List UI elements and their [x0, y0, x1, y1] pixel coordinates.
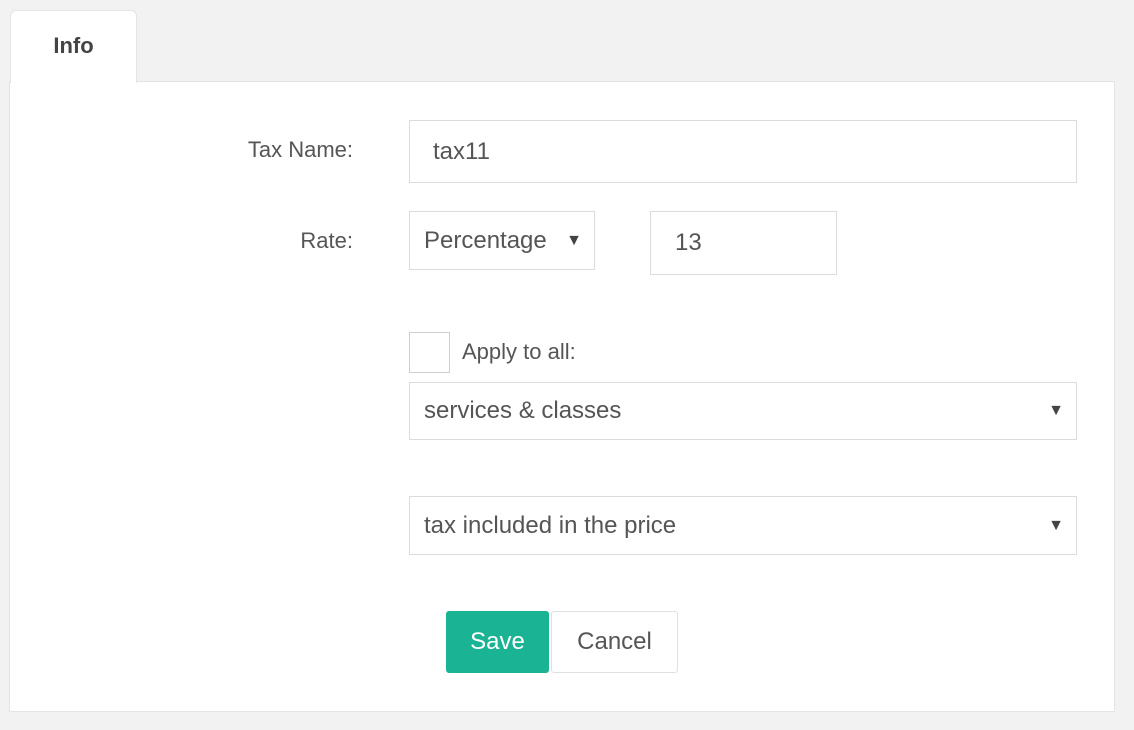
apply-all-label: Apply to all:: [462, 339, 576, 364]
apply-all-checkbox[interactable]: [409, 332, 450, 373]
tab-info-label: Info: [53, 33, 94, 58]
rate-type-select[interactable]: Percentage ▼: [409, 211, 595, 270]
tab-info[interactable]: Info: [10, 10, 137, 83]
apply-scope-select[interactable]: services & classes ▼: [409, 382, 1077, 440]
tax-name-label: Tax Name:: [247, 137, 353, 162]
tax-name-value: tax11: [433, 137, 490, 165]
tax-mode-select[interactable]: tax included in the price ▼: [409, 496, 1077, 555]
rate-value-input[interactable]: 13: [650, 211, 837, 275]
chevron-down-icon: ▼: [1048, 402, 1064, 419]
tax-mode-value: tax included in the price: [424, 511, 677, 539]
chevron-down-icon: ▼: [566, 231, 582, 249]
chevron-down-icon: ▼: [1048, 516, 1064, 534]
rate-type-value: Percentage: [424, 226, 547, 254]
apply-scope-value: services & classes: [424, 397, 622, 424]
rate-value: 13: [675, 229, 702, 256]
cancel-button[interactable]: Cancel: [551, 611, 678, 673]
rate-label: Rate:: [300, 228, 353, 253]
save-button[interactable]: Save: [446, 611, 549, 673]
tax-name-input[interactable]: tax11: [409, 120, 1077, 183]
